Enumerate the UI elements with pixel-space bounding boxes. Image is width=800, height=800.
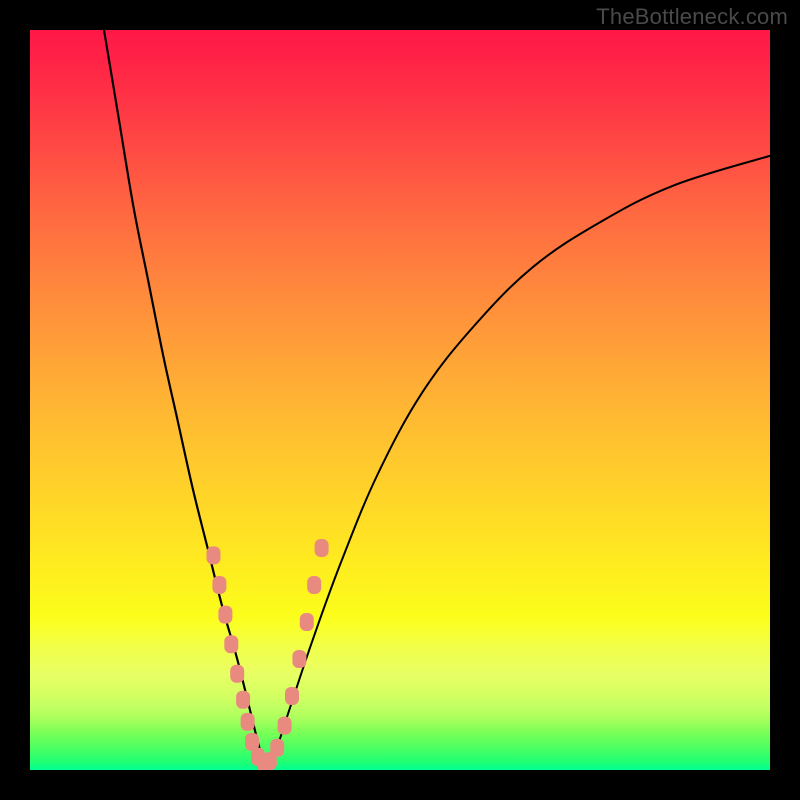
marker-dot bbox=[236, 691, 250, 709]
marker-dot bbox=[224, 635, 238, 653]
marker-dot bbox=[307, 576, 321, 594]
curve-layer bbox=[30, 30, 770, 770]
marker-dot bbox=[315, 539, 329, 557]
marker-dot bbox=[241, 713, 255, 731]
curve-left bbox=[104, 30, 267, 766]
marker-dot bbox=[270, 739, 284, 757]
marker-dot bbox=[230, 665, 244, 683]
marker-dot bbox=[285, 687, 299, 705]
marker-dots bbox=[207, 539, 329, 770]
marker-dot bbox=[212, 576, 226, 594]
plot-area bbox=[30, 30, 770, 770]
marker-dot bbox=[218, 606, 232, 624]
marker-dot bbox=[292, 650, 306, 668]
marker-dot bbox=[278, 717, 292, 735]
curve-right bbox=[267, 156, 770, 767]
marker-dot bbox=[300, 613, 314, 631]
outer-frame: TheBottleneck.com bbox=[0, 0, 800, 800]
attribution-text: TheBottleneck.com bbox=[596, 4, 788, 30]
marker-dot bbox=[207, 546, 221, 564]
